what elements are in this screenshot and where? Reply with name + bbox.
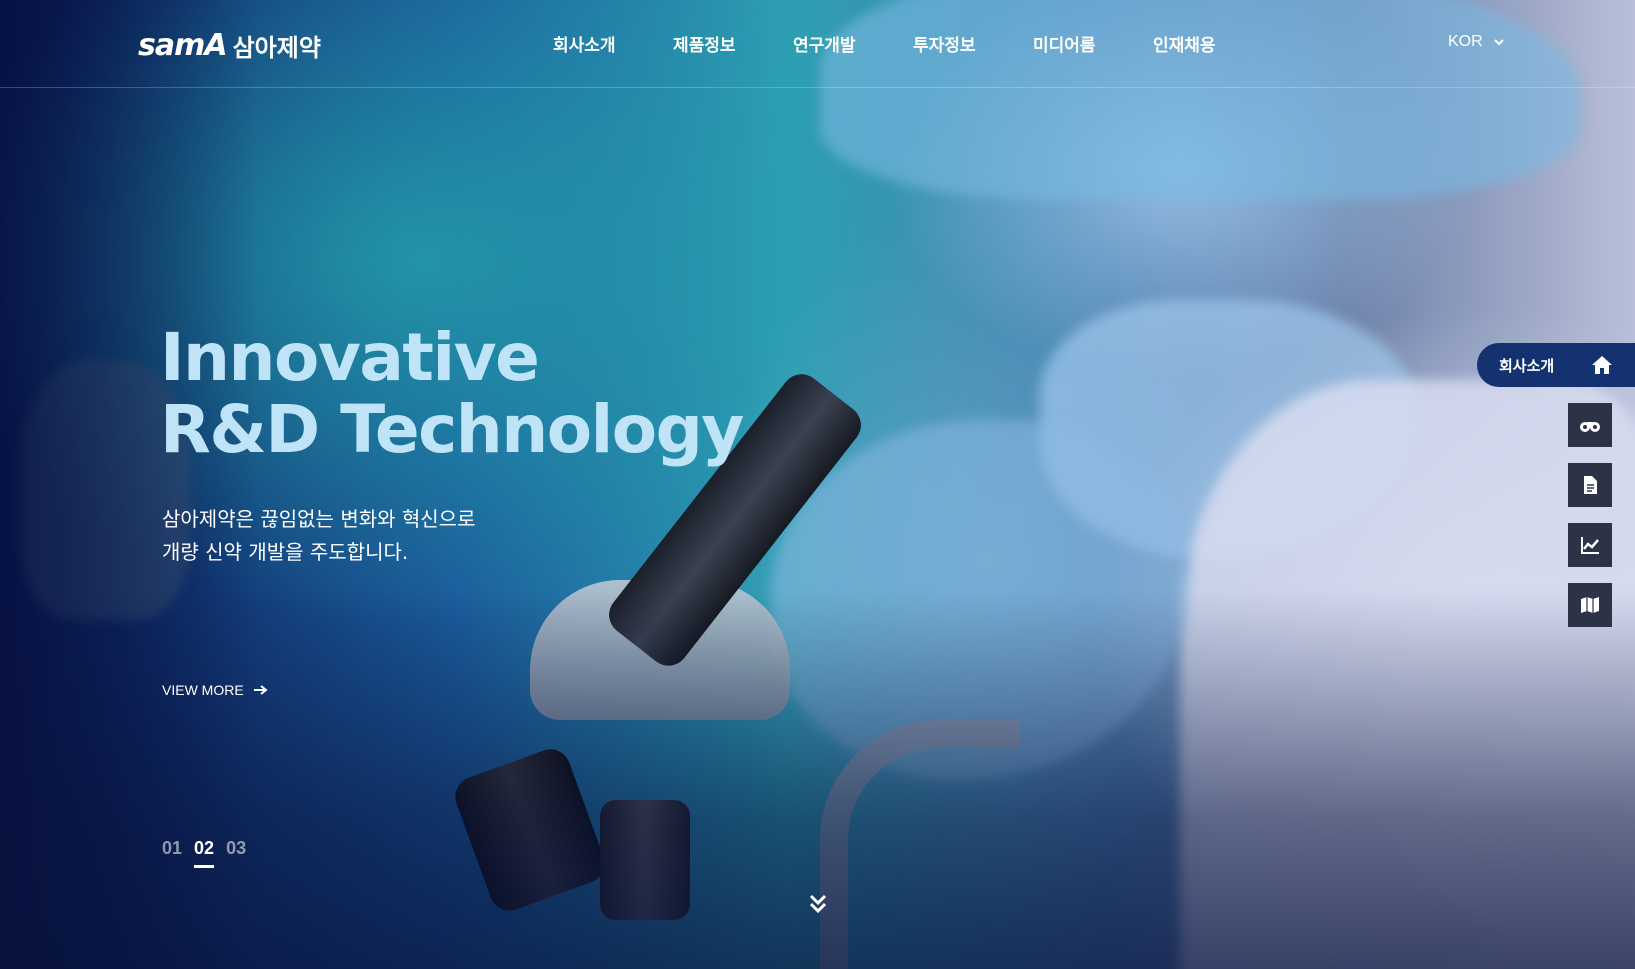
quick-menu-binoculars[interactable] bbox=[1568, 403, 1612, 447]
slide-page-3[interactable]: 03 bbox=[226, 838, 246, 868]
nav-item-careers[interactable]: 인재채용 bbox=[1153, 31, 1273, 56]
hero-headline-line1: Innovative bbox=[160, 319, 540, 396]
home-icon bbox=[1592, 356, 1613, 374]
quick-menu-chart[interactable] bbox=[1568, 523, 1612, 567]
quick-menu-document[interactable] bbox=[1568, 463, 1612, 507]
hero-headline-line2: R&D Technology bbox=[160, 391, 744, 468]
logo-mark: samA bbox=[138, 28, 228, 63]
slide-page-2[interactable]: 02 bbox=[194, 838, 215, 868]
view-more-label: VIEW MORE bbox=[162, 682, 244, 698]
nav-item-products[interactable]: 제품정보 bbox=[673, 31, 793, 56]
hero-subtext-line2: 개량 신약 개발을 주도합니다. bbox=[162, 540, 409, 564]
quick-menu-map[interactable] bbox=[1568, 583, 1612, 627]
chart-icon bbox=[1581, 537, 1599, 554]
quick-menu-company[interactable]: 회사소개 bbox=[1477, 343, 1635, 387]
view-more-link[interactable]: VIEW MORE bbox=[162, 682, 268, 698]
logo[interactable]: samA 삼아제약 bbox=[138, 28, 321, 63]
slide-page-1[interactable]: 01 bbox=[162, 838, 182, 868]
nav-item-rnd[interactable]: 연구개발 bbox=[793, 31, 913, 56]
binoculars-icon bbox=[1580, 422, 1600, 432]
quick-menu-label: 회사소개 bbox=[1499, 356, 1555, 375]
hero-subtext: 삼아제약은 끊임없는 변화와 혁신으로 개량 신약 개발을 주도합니다. bbox=[162, 503, 475, 569]
slide-pager: 01 02 03 bbox=[162, 838, 246, 868]
arrow-right-icon bbox=[253, 685, 268, 695]
hero-section: samA 삼아제약 회사소개 제품정보 연구개발 투자정보 미디어룸 인재채용 … bbox=[0, 0, 1635, 969]
nav-item-company[interactable]: 회사소개 bbox=[553, 31, 673, 56]
logo-text: 삼아제약 bbox=[232, 34, 321, 62]
language-label: KOR bbox=[1448, 33, 1483, 50]
chevron-down-icon bbox=[1493, 39, 1504, 46]
nav-item-media[interactable]: 미디어룸 bbox=[1033, 31, 1153, 56]
site-header: samA 삼아제약 회사소개 제품정보 연구개발 투자정보 미디어룸 인재채용 … bbox=[0, 0, 1635, 88]
nav-item-investor[interactable]: 투자정보 bbox=[913, 31, 1033, 56]
language-selector[interactable]: KOR bbox=[1448, 33, 1505, 51]
hero-headline: Innovative R&D Technology bbox=[160, 319, 744, 468]
main-nav: 회사소개 제품정보 연구개발 투자정보 미디어룸 인재채용 bbox=[553, 31, 1273, 56]
hero-subtext-line1: 삼아제약은 끊임없는 변화와 혁신으로 bbox=[162, 507, 476, 531]
document-icon bbox=[1584, 476, 1597, 494]
scroll-down-icon[interactable] bbox=[808, 893, 828, 915]
map-icon bbox=[1581, 597, 1599, 613]
